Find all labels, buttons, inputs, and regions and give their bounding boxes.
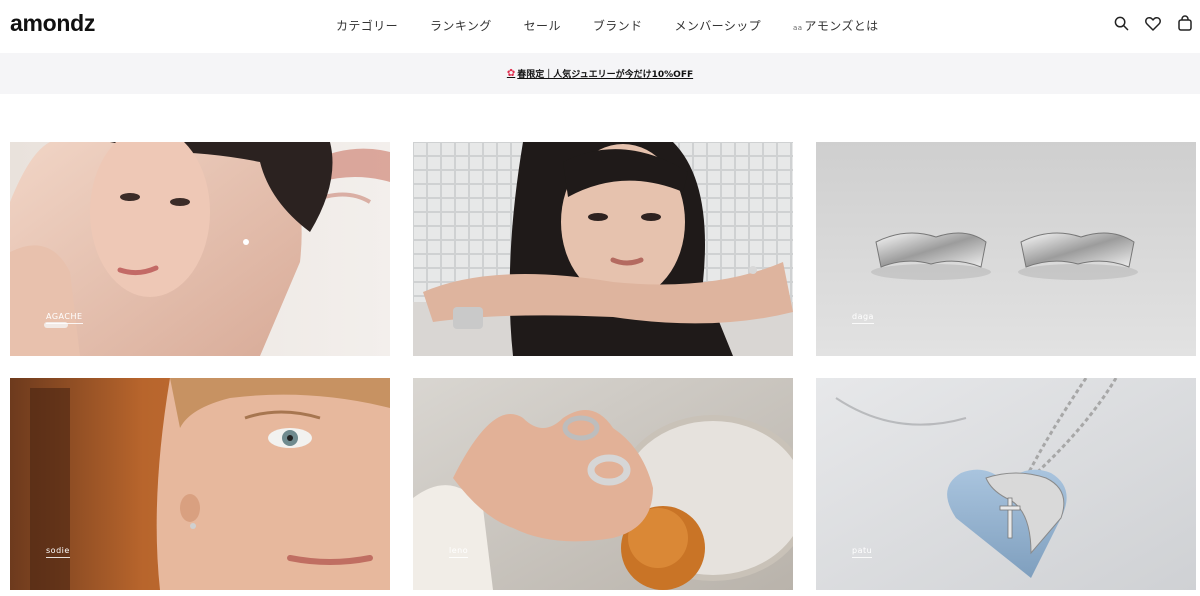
nav-brand[interactable]: ブランド [593, 17, 643, 34]
tile-brand-label: AGACHE [46, 312, 83, 324]
brand-tile-2[interactable] [413, 142, 793, 356]
nav-sale[interactable]: セール [524, 17, 561, 34]
tile-brand-label: patu [852, 546, 873, 558]
hand-with-rings-image [413, 378, 793, 590]
nav-about-label: アモンズとは [804, 18, 879, 33]
nav-ranking[interactable]: ランキング [430, 17, 492, 34]
tile-brand-label: leno [449, 546, 469, 558]
brand-tile-patu[interactable]: patu [816, 378, 1196, 590]
nav-about-prefix: aa [793, 23, 803, 32]
brand-tile-sodie[interactable]: sodie [10, 378, 390, 590]
model-closeup-image [10, 378, 390, 590]
heart-necklace-image [816, 378, 1196, 590]
nav-category[interactable]: カテゴリー [336, 17, 398, 34]
header-icons [1112, 14, 1194, 32]
announcement-link[interactable]: ✿ 春限定｜人気ジュエリーが今だけ10%OFF [507, 67, 693, 80]
main-nav: カテゴリー ランキング セール ブランド メンバーシップ aa アモンズとは [336, 16, 911, 34]
bag-icon[interactable] [1176, 14, 1194, 32]
nav-about[interactable]: aa アモンズとは [793, 17, 879, 34]
model-leaning-image [413, 142, 793, 356]
tile-brand-label: sodie [46, 546, 70, 558]
brand-tile-leno[interactable]: leno [413, 378, 793, 590]
heart-icon[interactable] [1144, 14, 1162, 32]
star-icon: ✿ [506, 68, 516, 79]
search-icon[interactable] [1112, 14, 1130, 32]
logo[interactable]: amondz [10, 10, 95, 37]
brand-tile-agache[interactable]: AGACHE [10, 142, 390, 356]
announcement-bar: ✿ 春限定｜人気ジュエリーが今だけ10%OFF [0, 53, 1200, 94]
tile-brand-label: daga [852, 312, 874, 324]
site-header: amondz カテゴリー ランキング セール ブランド メンバーシップ aa アモ… [0, 0, 1200, 50]
brand-tile-daga[interactable]: daga [816, 142, 1196, 356]
nav-membership[interactable]: メンバーシップ [674, 17, 761, 34]
announcement-text: 春限定｜人気ジュエリーが今だけ10%OFF [517, 70, 694, 80]
